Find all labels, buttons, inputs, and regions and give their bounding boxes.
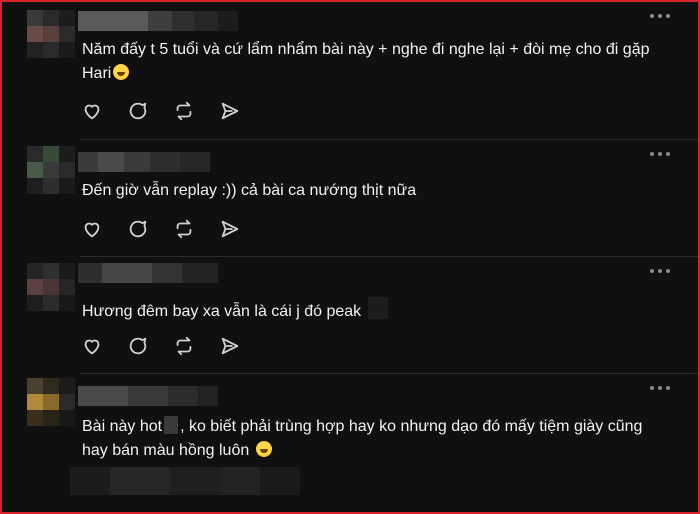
avatar[interactable] <box>27 378 75 426</box>
repost-icon[interactable] <box>173 335 195 357</box>
comment-text: Năm đấy t 5 tuổi và cứ lẩm nhẩm bài này … <box>82 38 658 86</box>
avatar[interactable] <box>27 263 75 311</box>
comment-text-part-1: Bài này hot <box>82 418 163 435</box>
username-redacted[interactable] <box>78 263 218 283</box>
comment-item: Đến giờ vẫn replay :)) cả bài ca nướng t… <box>2 140 698 257</box>
action-bar <box>81 218 241 240</box>
comment-text-content: Năm đấy t 5 tuổi và cứ lẩm nhẩm bài này … <box>82 41 650 82</box>
comment-text: Hương đêm bay xa vẫn là cái j đó peak <box>82 297 658 324</box>
more-options-icon[interactable] <box>650 267 672 275</box>
comments-panel: Năm đấy t 5 tuổi và cứ lẩm nhẩm bài này … <box>0 0 700 514</box>
comment-item: Hương đêm bay xa vẫn là cái j đó peak <box>2 257 698 374</box>
username-redacted[interactable] <box>78 386 218 406</box>
rolling-laughing-emoji-icon <box>113 64 130 80</box>
repost-icon[interactable] <box>173 218 195 240</box>
reply-icon[interactable] <box>127 335 149 357</box>
share-icon[interactable] <box>219 100 241 122</box>
heart-icon[interactable] <box>81 335 103 357</box>
redacted-blur <box>367 297 388 319</box>
username-redacted[interactable] <box>78 11 238 31</box>
comment-item: Năm đấy t 5 tuổi và cứ lẩm nhẩm bài này … <box>2 2 698 140</box>
action-bar <box>81 335 241 357</box>
avatar[interactable] <box>27 10 75 58</box>
share-icon[interactable] <box>219 218 241 240</box>
rolling-laughing-emoji-icon <box>255 441 272 457</box>
more-options-icon[interactable] <box>650 150 672 158</box>
repost-icon[interactable] <box>173 100 195 122</box>
heart-icon[interactable] <box>81 100 103 122</box>
more-options-icon[interactable] <box>650 12 672 20</box>
avatar[interactable] <box>27 146 75 194</box>
more-options-icon[interactable] <box>650 384 672 392</box>
comment-text: Đến giờ vẫn replay :)) cả bài ca nướng t… <box>82 182 417 199</box>
share-icon[interactable] <box>219 335 241 357</box>
action-bar <box>81 100 241 122</box>
redacted-blur <box>164 416 179 434</box>
reply-icon[interactable] <box>127 218 149 240</box>
reply-icon[interactable] <box>127 100 149 122</box>
heart-icon[interactable] <box>81 218 103 240</box>
comment-text: Bài này hot, ko biết phải trùng hợp hay … <box>82 415 658 463</box>
redacted-blur <box>70 467 300 495</box>
username-redacted[interactable] <box>78 152 210 172</box>
comment-text-content: Hương đêm bay xa vẫn là cái j đó peak <box>82 303 362 320</box>
